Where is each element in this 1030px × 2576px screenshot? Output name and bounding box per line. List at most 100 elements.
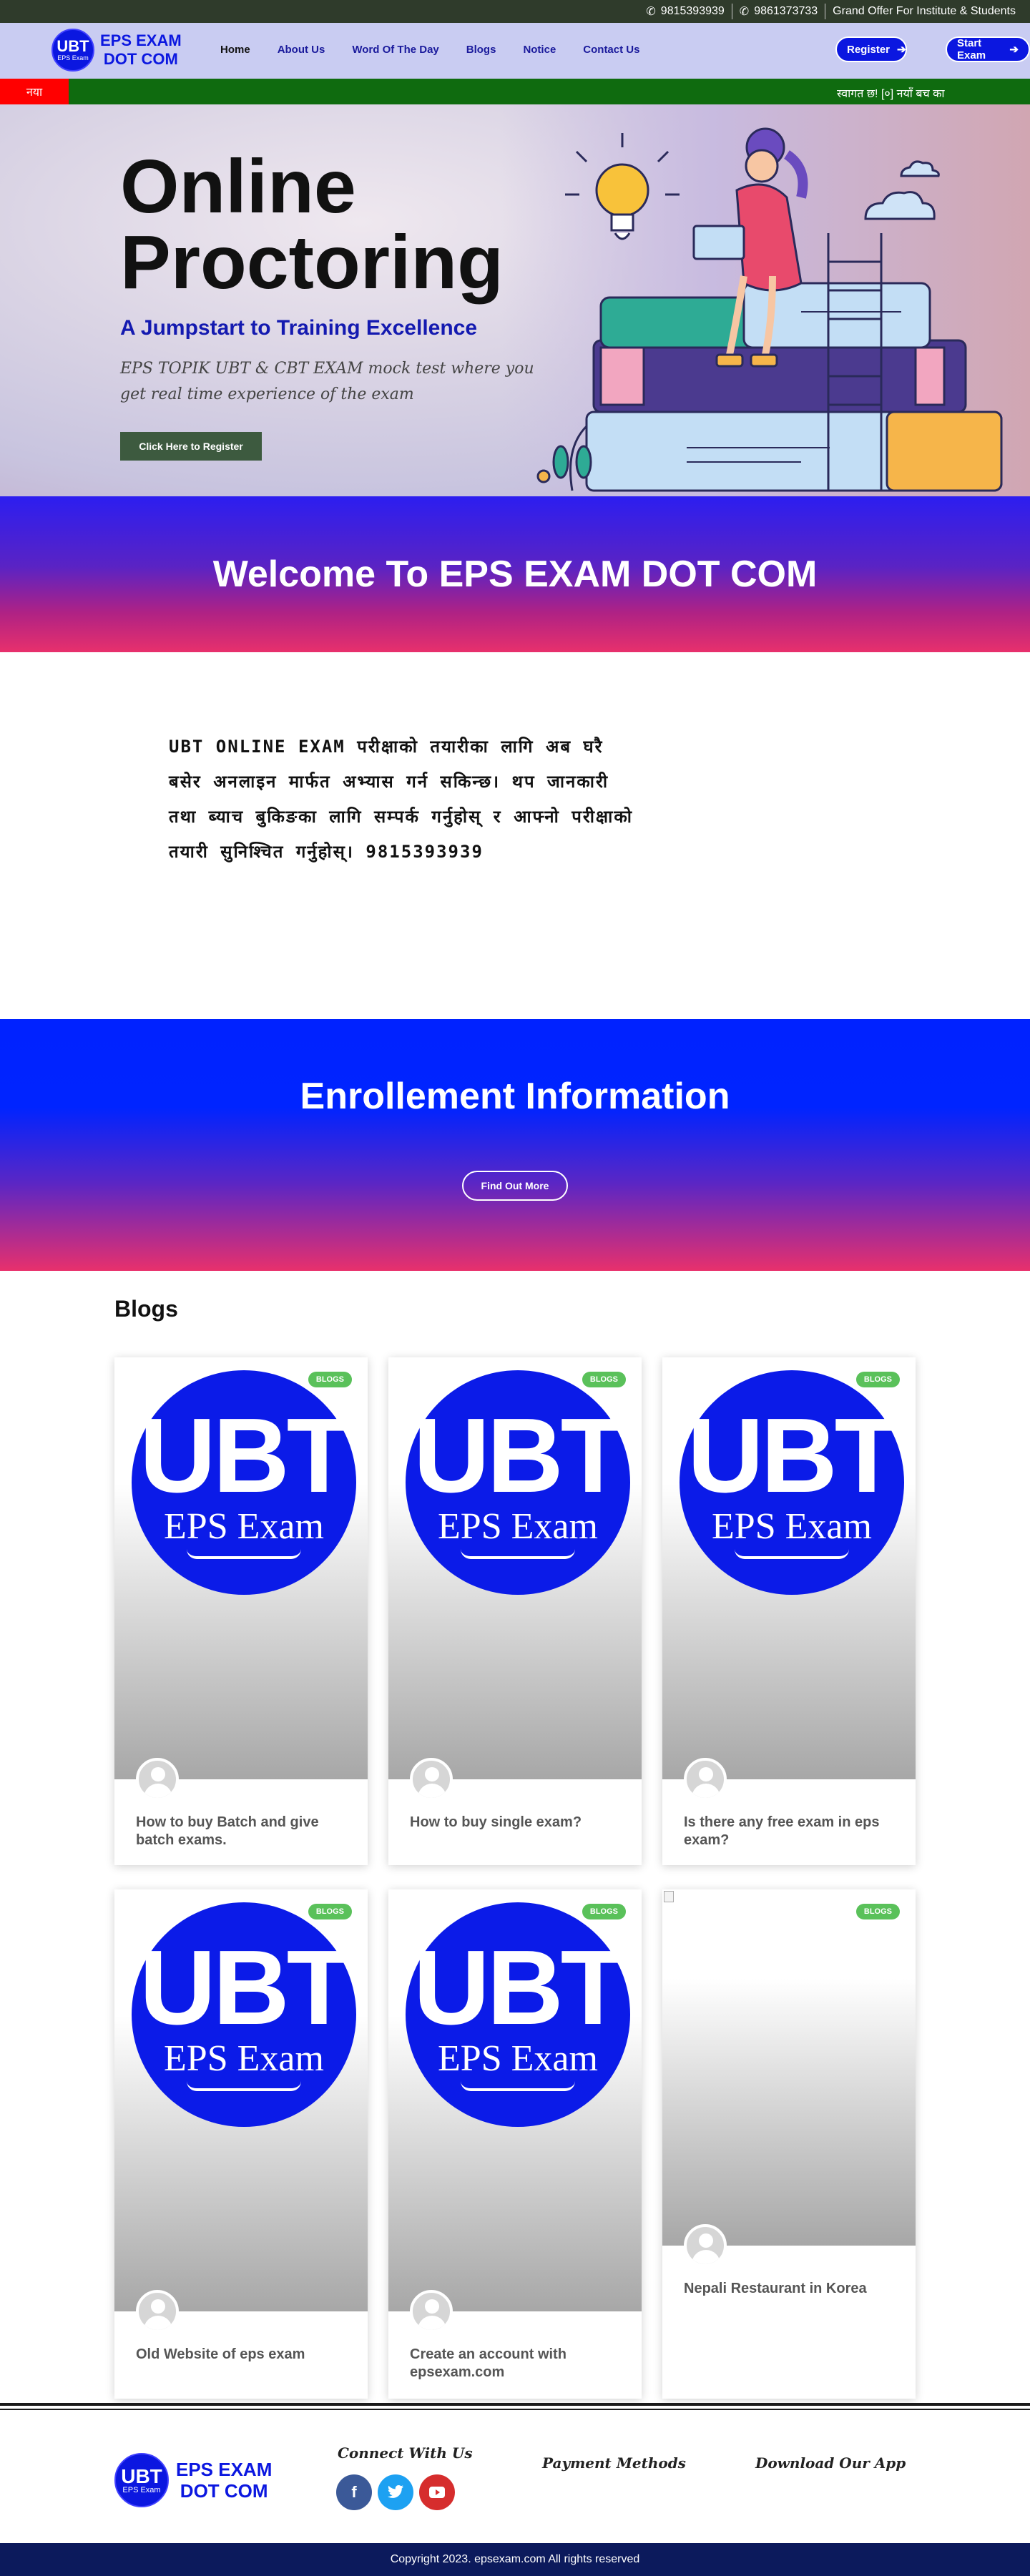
- start-exam-button-label: Start Exam: [957, 37, 986, 62]
- welcome-banner: Welcome To EPS EXAM DOT COM: [0, 496, 1030, 652]
- plant-decoration: [536, 425, 592, 491]
- phone-2-label: 9861373733: [754, 5, 818, 17]
- news-ticker: नया स्वागत छ! [०] नयाँ बच का: [0, 79, 1030, 104]
- logo-badge-top: UBT: [57, 36, 89, 55]
- blog-card[interactable]: UBT EPS Exam BLOGS How to buy Batch and …: [114, 1357, 368, 1865]
- site-logo[interactable]: UBT EPS Exam EPS EXAM DOT COM: [52, 29, 182, 72]
- footer-logo[interactable]: UBT EPS Exam EPS EXAM DOT COM: [114, 2453, 272, 2507]
- phone-icon: ✆: [739, 6, 750, 18]
- swoosh-decoration: [461, 1549, 575, 1559]
- payment-methods-heading: Payment Methods: [542, 2454, 686, 2472]
- nav-word-of-the-day[interactable]: Word Of The Day: [352, 44, 438, 56]
- blogs-badge[interactable]: BLOGS: [855, 1372, 900, 1387]
- blogs-badge[interactable]: BLOGS: [582, 1904, 626, 1919]
- thumbnail-big-text: UBT: [413, 1929, 625, 2047]
- site-header: UBT EPS Exam EPS EXAM DOT COM Home About…: [0, 23, 1030, 79]
- blog-thumbnail[interactable]: BLOGS: [662, 1889, 916, 2246]
- ubt-logo-image: UBT EPS Exam: [406, 1370, 630, 1595]
- grand-offer-label: Grand Offer For Institute & Students: [833, 5, 1016, 17]
- nav-about-us[interactable]: About Us: [278, 44, 325, 56]
- swoosh-decoration: [187, 2081, 301, 2091]
- blog-title[interactable]: Nepali Restaurant in Korea: [684, 2280, 891, 2298]
- logo-badge-bottom: EPS Exam: [57, 54, 89, 62]
- swoosh-decoration: [735, 1549, 849, 1559]
- blog-card[interactable]: UBT EPS Exam BLOGS How to buy single exa…: [388, 1357, 642, 1865]
- author-avatar-icon[interactable]: [136, 1758, 179, 1801]
- ubt-logo-image: UBT EPS Exam: [132, 1902, 356, 2127]
- thumbnail-small-text: EPS Exam: [438, 1506, 598, 1547]
- start-exam-button[interactable]: Start Exam ➔: [946, 36, 1030, 62]
- blog-thumbnail[interactable]: UBT EPS Exam BLOGS: [114, 1357, 368, 1779]
- phone-1[interactable]: ✆ 9815393939: [639, 4, 731, 19]
- thumbnail-small-text: EPS Exam: [712, 1506, 872, 1547]
- thumbnail-big-text: UBT: [687, 1397, 899, 1515]
- top-bar: ✆ 9815393939 ✆ 9861373733 Grand Offer Fo…: [0, 0, 1030, 23]
- phone-icon: ✆: [646, 6, 656, 18]
- download-our-app-heading: Download Our App: [755, 2454, 906, 2472]
- main-nav: Home About Us Word Of The Day Blogs Noti…: [220, 44, 667, 56]
- register-button-label: Register: [847, 43, 891, 56]
- author-avatar-icon[interactable]: [136, 2290, 179, 2333]
- blog-thumbnail[interactable]: UBT EPS Exam BLOGS: [114, 1889, 368, 2311]
- click-here-to-register-button[interactable]: Click Here to Register: [120, 432, 262, 461]
- hero-subtitle: A Jumpstart to Training Excellence: [120, 316, 478, 340]
- logo-badge-bottom: EPS Exam: [122, 2485, 161, 2494]
- social-links: f: [336, 2474, 455, 2510]
- ubt-logo-image: UBT EPS Exam: [406, 1902, 630, 2127]
- nav-contact-us[interactable]: Contact Us: [583, 44, 639, 56]
- blog-title[interactable]: Is there any free exam in eps exam?: [684, 1814, 891, 1849]
- twitter-icon[interactable]: [378, 2474, 413, 2510]
- blog-title[interactable]: Old Website of eps exam: [136, 2346, 343, 2364]
- blogs-badge[interactable]: BLOGS: [582, 1372, 626, 1387]
- ticker-label: नया: [0, 79, 69, 104]
- enrollment-heading: Enrollement Information: [300, 1076, 730, 1117]
- swoosh-decoration: [187, 1549, 301, 1559]
- author-avatar-icon[interactable]: [684, 2224, 727, 2267]
- logo-badge: UBT EPS Exam: [114, 2453, 169, 2507]
- youtube-icon[interactable]: [419, 2474, 455, 2510]
- thumbnail-big-text: UBT: [139, 1929, 351, 2047]
- books-stack: [585, 282, 1003, 492]
- blog-title[interactable]: How to buy single exam?: [410, 1814, 617, 1832]
- author-avatar-icon[interactable]: [684, 1758, 727, 1801]
- about-text: UBT ONLINE EXAM परीक्षाको तयारीका लागि अ…: [169, 737, 634, 862]
- logo-text-line2: DOT COM: [103, 50, 178, 68]
- blog-thumbnail[interactable]: UBT EPS Exam BLOGS: [388, 1357, 642, 1779]
- blogs-badge[interactable]: BLOGS: [308, 1372, 352, 1387]
- blogs-badge[interactable]: BLOGS: [855, 1904, 900, 1919]
- welcome-heading: Welcome To EPS EXAM DOT COM: [212, 554, 818, 595]
- phone-1-label: 9815393939: [660, 5, 725, 17]
- hero-illustration: [536, 127, 1003, 492]
- blog-thumbnail[interactable]: UBT EPS Exam BLOGS: [388, 1889, 642, 2311]
- swoosh-decoration: [461, 2081, 575, 2091]
- author-avatar-icon[interactable]: [410, 2290, 453, 2333]
- blog-title[interactable]: How to buy Batch and give batch exams.: [136, 1814, 343, 1849]
- nav-home[interactable]: Home: [220, 44, 250, 56]
- arrow-right-icon: ➔: [1009, 44, 1019, 56]
- find-out-more-button[interactable]: Find Out More: [462, 1171, 568, 1201]
- blog-card[interactable]: UBT EPS Exam BLOGS Create an account wit…: [388, 1889, 642, 2399]
- ticker-text[interactable]: स्वागत छ! [०] नयाँ बच का: [837, 85, 945, 101]
- nav-blogs[interactable]: Blogs: [466, 44, 496, 56]
- logo-badge: UBT EPS Exam: [52, 29, 94, 72]
- blog-card[interactable]: BLOGS Nepali Restaurant in Korea: [662, 1889, 916, 2399]
- hero-description: EPS TOPIK UBT & CBT EXAM mock test where…: [120, 360, 534, 403]
- blog-title[interactable]: Create an account with epsexam.com: [410, 2346, 617, 2381]
- arrow-right-icon: ➔: [897, 44, 906, 56]
- phone-2[interactable]: ✆ 9861373733: [731, 4, 825, 19]
- facebook-icon[interactable]: f: [336, 2474, 372, 2510]
- author-avatar-icon[interactable]: [410, 1758, 453, 1801]
- blog-thumbnail[interactable]: UBT EPS Exam BLOGS: [662, 1357, 916, 1779]
- blog-card[interactable]: UBT EPS Exam BLOGS Is there any free exa…: [662, 1357, 916, 1865]
- blogs-badge[interactable]: BLOGS: [308, 1904, 352, 1919]
- thumbnail-small-text: EPS Exam: [438, 2038, 598, 2079]
- blog-card[interactable]: UBT EPS Exam BLOGS Old Website of eps ex…: [114, 1889, 368, 2399]
- hero-title-line1: Online: [120, 144, 356, 229]
- hero-title-line2: Proctoring: [120, 220, 504, 305]
- nav-notice[interactable]: Notice: [523, 44, 556, 56]
- copyright-text: Copyright 2023. epsexam.com All rights r…: [390, 2553, 640, 2565]
- register-button[interactable]: Register ➔: [835, 36, 907, 62]
- thumbnail-big-text: UBT: [139, 1397, 351, 1515]
- enrollment-banner: Enrollement Information Find Out More: [0, 1019, 1030, 1271]
- grand-offer[interactable]: Grand Offer For Institute & Students: [825, 4, 1023, 19]
